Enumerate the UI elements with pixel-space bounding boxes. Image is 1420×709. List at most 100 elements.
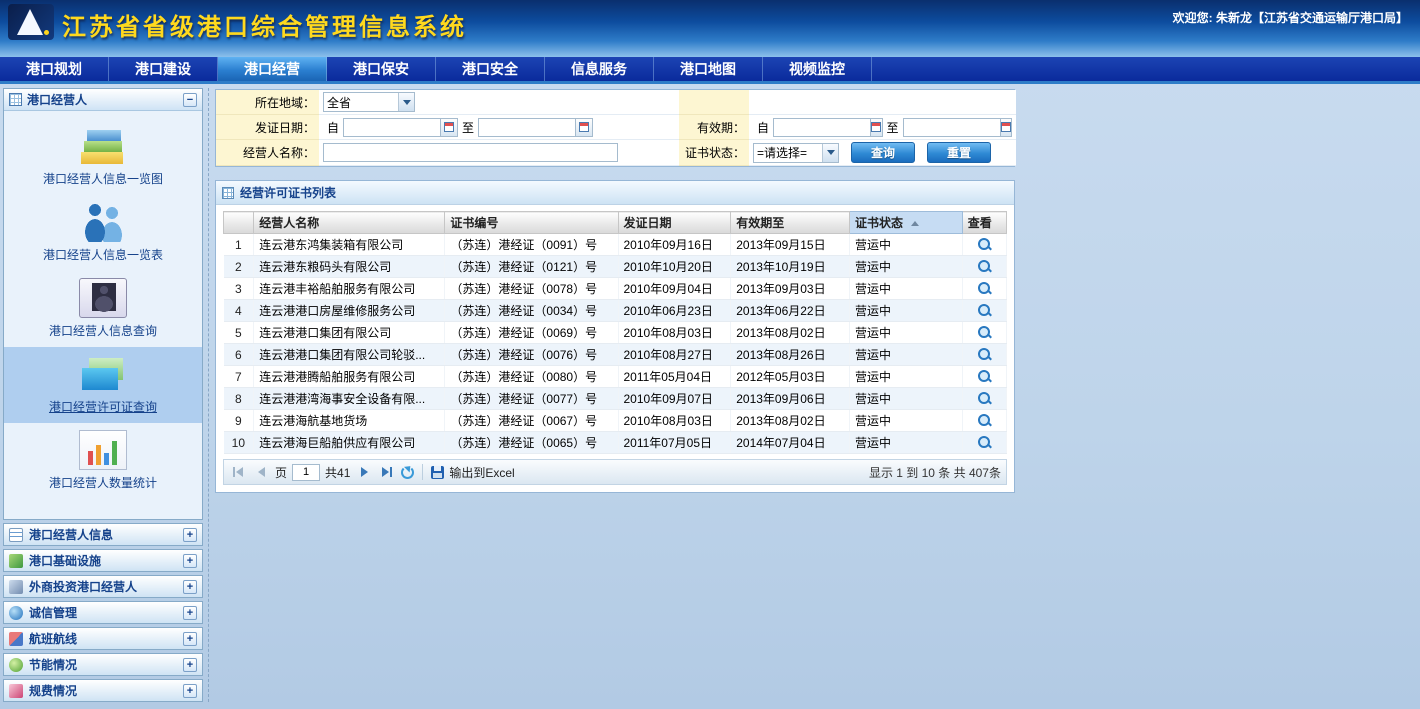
certificate-list-box: 经营许可证书列表 <box>215 180 1015 493</box>
refresh-icon[interactable] <box>401 466 414 479</box>
page-number-input[interactable] <box>292 464 320 481</box>
last-page-button[interactable] <box>378 463 396 481</box>
view-magnifier-icon[interactable] <box>977 303 992 318</box>
sidebar-item[interactable]: 港口经营人信息查询 <box>4 271 202 347</box>
nav-tab[interactable]: 港口规划 <box>0 57 109 81</box>
sidebar-panel-label: 诚信管理 <box>29 604 77 621</box>
sidebar-splitter[interactable] <box>203 84 213 706</box>
validity-to-picker[interactable] <box>1001 118 1012 137</box>
expand-button[interactable]: + <box>183 528 197 542</box>
nav-tab[interactable]: 港口地图 <box>654 57 763 81</box>
globe-icon <box>9 606 23 620</box>
region-select-trigger[interactable] <box>398 93 414 111</box>
query-button[interactable]: 查询 <box>851 142 915 163</box>
column-header[interactable]: 证书状态 <box>849 212 962 234</box>
operator-name-cell: 连云港港湾海事安全设备有限... <box>254 388 445 410</box>
sidebar-item[interactable]: 港口经营人信息一览图 <box>4 119 202 195</box>
table-row[interactable]: 5 连云港港口集团有限公司 （苏连）港经证（0069）号 2010年08月03日… <box>224 322 1007 344</box>
validity-from-input[interactable] <box>773 118 871 137</box>
grid-icon <box>222 187 234 199</box>
valid-until-cell: 2013年08月02日 <box>731 410 850 432</box>
nav-tab[interactable]: 港口安全 <box>436 57 545 81</box>
cert-status-trigger[interactable] <box>822 144 838 162</box>
table-row[interactable]: 1 连云港东鸿集装箱有限公司 （苏连）港经证（0091）号 2010年09月16… <box>224 234 1007 256</box>
operator-name-cell: 连云港港腾船舶服务有限公司 <box>254 366 445 388</box>
validity-from-picker[interactable] <box>871 118 882 137</box>
column-header[interactable]: 发证日期 <box>618 212 731 234</box>
region-select[interactable]: 全省 <box>323 92 415 112</box>
collapse-button[interactable]: − <box>183 93 197 107</box>
sidebar-item[interactable]: 港口经营人数量统计 <box>4 423 202 499</box>
view-magnifier-icon[interactable] <box>977 369 992 384</box>
expand-button[interactable]: + <box>183 554 197 568</box>
nav-tab[interactable]: 信息服务 <box>545 57 654 81</box>
nav-tab[interactable]: 港口建设 <box>109 57 218 81</box>
view-magnifier-icon[interactable] <box>977 413 992 428</box>
issue-date-to-picker[interactable] <box>576 118 593 137</box>
table-row[interactable]: 3 连云港丰裕船舶服务有限公司 （苏连）港经证（0078）号 2010年09月0… <box>224 278 1007 300</box>
issue-date-from-picker[interactable] <box>441 118 458 137</box>
column-header[interactable]: 证书编号 <box>445 212 618 234</box>
sidebar-collapsed-panel[interactable]: 港口基础设施 + <box>3 549 203 572</box>
column-header[interactable] <box>224 212 254 234</box>
table-row[interactable]: 6 连云港港口集团有限公司轮驳... （苏连）港经证（0076）号 2010年0… <box>224 344 1007 366</box>
export-excel-icon[interactable] <box>431 466 444 479</box>
expand-button[interactable]: + <box>183 580 197 594</box>
view-magnifier-icon[interactable] <box>977 347 992 362</box>
table-row[interactable]: 10 连云港海巨船舶供应有限公司 （苏连）港经证（0065）号 2011年07月… <box>224 432 1007 454</box>
sidebar-collapsed-panel[interactable]: 节能情况 + <box>3 653 203 676</box>
table-row[interactable]: 2 连云港东粮码头有限公司 （苏连）港经证（0121）号 2010年10月20日… <box>224 256 1007 278</box>
sidebar-collapsed-panel[interactable]: 诚信管理 + <box>3 601 203 624</box>
sidebar-collapsed-panel[interactable]: 外商投资港口经营人 + <box>3 575 203 598</box>
validity-to-input[interactable] <box>903 118 1001 137</box>
sidebar-item[interactable]: 港口经营许可证查询 <box>4 347 202 423</box>
expand-button[interactable]: + <box>183 606 197 620</box>
operator-name-input[interactable] <box>323 143 618 162</box>
sort-ascending-icon <box>911 221 919 226</box>
table-row[interactable]: 7 连云港港腾船舶服务有限公司 （苏连）港经证（0080）号 2011年05月0… <box>224 366 1007 388</box>
expand-button[interactable]: + <box>183 658 197 672</box>
valid-until-cell: 2014年07月04日 <box>731 432 850 454</box>
prev-page-button[interactable] <box>252 463 270 481</box>
issue-date-from-input[interactable] <box>343 118 441 137</box>
expand-button[interactable]: + <box>183 684 197 698</box>
first-page-button[interactable] <box>229 463 247 481</box>
sidebar-panel-header[interactable]: 港口经营人 − <box>4 89 202 111</box>
next-page-button[interactable] <box>355 463 373 481</box>
cert-number-cell: （苏连）港经证（0076）号 <box>445 344 618 366</box>
energy-icon <box>9 658 23 672</box>
column-header[interactable]: 查看 <box>962 212 1006 234</box>
table-row[interactable]: 8 连云港港湾海事安全设备有限... （苏连）港经证（0077）号 2010年0… <box>224 388 1007 410</box>
view-magnifier-icon[interactable] <box>977 325 992 340</box>
view-magnifier-icon[interactable] <box>977 281 992 296</box>
table-body: 1 连云港东鸿集装箱有限公司 （苏连）港经证（0091）号 2010年09月16… <box>224 234 1007 454</box>
chart-icon <box>79 430 127 470</box>
sidebar-item-label: 港口经营人信息查询 <box>49 322 157 339</box>
reset-button[interactable]: 重置 <box>927 142 991 163</box>
issue-date-to-input[interactable] <box>478 118 576 137</box>
nav-tab[interactable]: 视频监控 <box>763 57 872 81</box>
table-row[interactable]: 4 连云港港口房屋维修服务公司 （苏连）港经证（0034）号 2010年06月2… <box>224 300 1007 322</box>
sidebar-collapsed-panel[interactable]: 港口经营人信息 + <box>3 523 203 546</box>
export-excel-button[interactable]: 输出到Excel <box>449 464 514 481</box>
column-header[interactable]: 经营人名称 <box>254 212 445 234</box>
sidebar-collapsed-panel[interactable]: 航班航线 + <box>3 627 203 650</box>
view-magnifier-icon[interactable] <box>977 391 992 406</box>
operator-name-cell: 连云港丰裕船舶服务有限公司 <box>254 278 445 300</box>
books-icon <box>79 126 127 166</box>
cert-status-cell: 营运中 <box>849 344 962 366</box>
issue-date-cell: 2010年08月27日 <box>618 344 731 366</box>
nav-tab[interactable]: 港口经营 <box>218 57 327 81</box>
to-label: 至 <box>887 119 899 136</box>
table-row[interactable]: 9 连云港海航基地货场 （苏连）港经证（0067）号 2010年08月03日 2… <box>224 410 1007 432</box>
sidebar-item[interactable]: 港口经营人信息一览表 <box>4 195 202 271</box>
cert-status-select[interactable]: =请选择= <box>753 143 839 163</box>
view-magnifier-icon[interactable] <box>977 237 992 252</box>
nav-tab[interactable]: 港口保安 <box>327 57 436 81</box>
view-magnifier-icon[interactable] <box>977 259 992 274</box>
sidebar-collapsed-panel[interactable]: 规费情况 + <box>3 679 203 702</box>
column-header[interactable]: 有效期至 <box>731 212 850 234</box>
expand-button[interactable]: + <box>183 632 197 646</box>
view-magnifier-icon[interactable] <box>977 435 992 450</box>
cert-status-cell: 营运中 <box>849 278 962 300</box>
